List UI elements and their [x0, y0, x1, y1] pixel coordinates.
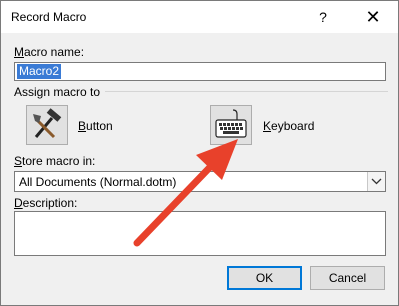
dialog-title: Record Macro: [11, 10, 87, 24]
store-macro-value: All Documents (Normal.dotm): [19, 175, 177, 189]
assign-macro-group-label: Assign macro to: [14, 85, 101, 99]
store-macro-select[interactable]: All Documents (Normal.dotm): [14, 171, 386, 192]
chevron-down-icon: [371, 178, 382, 185]
help-button[interactable]: ?: [313, 7, 333, 27]
macro-name-value: Macro2: [17, 64, 62, 79]
record-macro-dialog: Record Macro ? ✕ Macro name: Macro2 Assi…: [0, 0, 399, 306]
hammer-icon: [33, 108, 62, 139]
group-divider: [105, 91, 388, 92]
description-textarea[interactable]: [14, 211, 386, 256]
keyboard-icon: [215, 109, 247, 138]
assign-keyboard-label: Keyboard: [263, 119, 315, 133]
ok-button[interactable]: OK: [227, 266, 302, 290]
dropdown-button[interactable]: [367, 172, 385, 191]
description-label: Description:: [14, 196, 78, 210]
assign-keyboard-icon-button[interactable]: [210, 105, 252, 145]
title-bar: Record Macro ? ✕: [1, 1, 398, 33]
cancel-button[interactable]: Cancel: [310, 266, 385, 290]
macro-name-label: Macro name:: [14, 45, 85, 59]
assign-button-label: Button: [78, 119, 113, 133]
store-macro-label: Store macro in:: [14, 154, 96, 168]
assign-button-icon-button[interactable]: [26, 105, 68, 145]
macro-name-input[interactable]: Macro2: [14, 62, 386, 81]
close-button[interactable]: ✕: [359, 5, 387, 29]
